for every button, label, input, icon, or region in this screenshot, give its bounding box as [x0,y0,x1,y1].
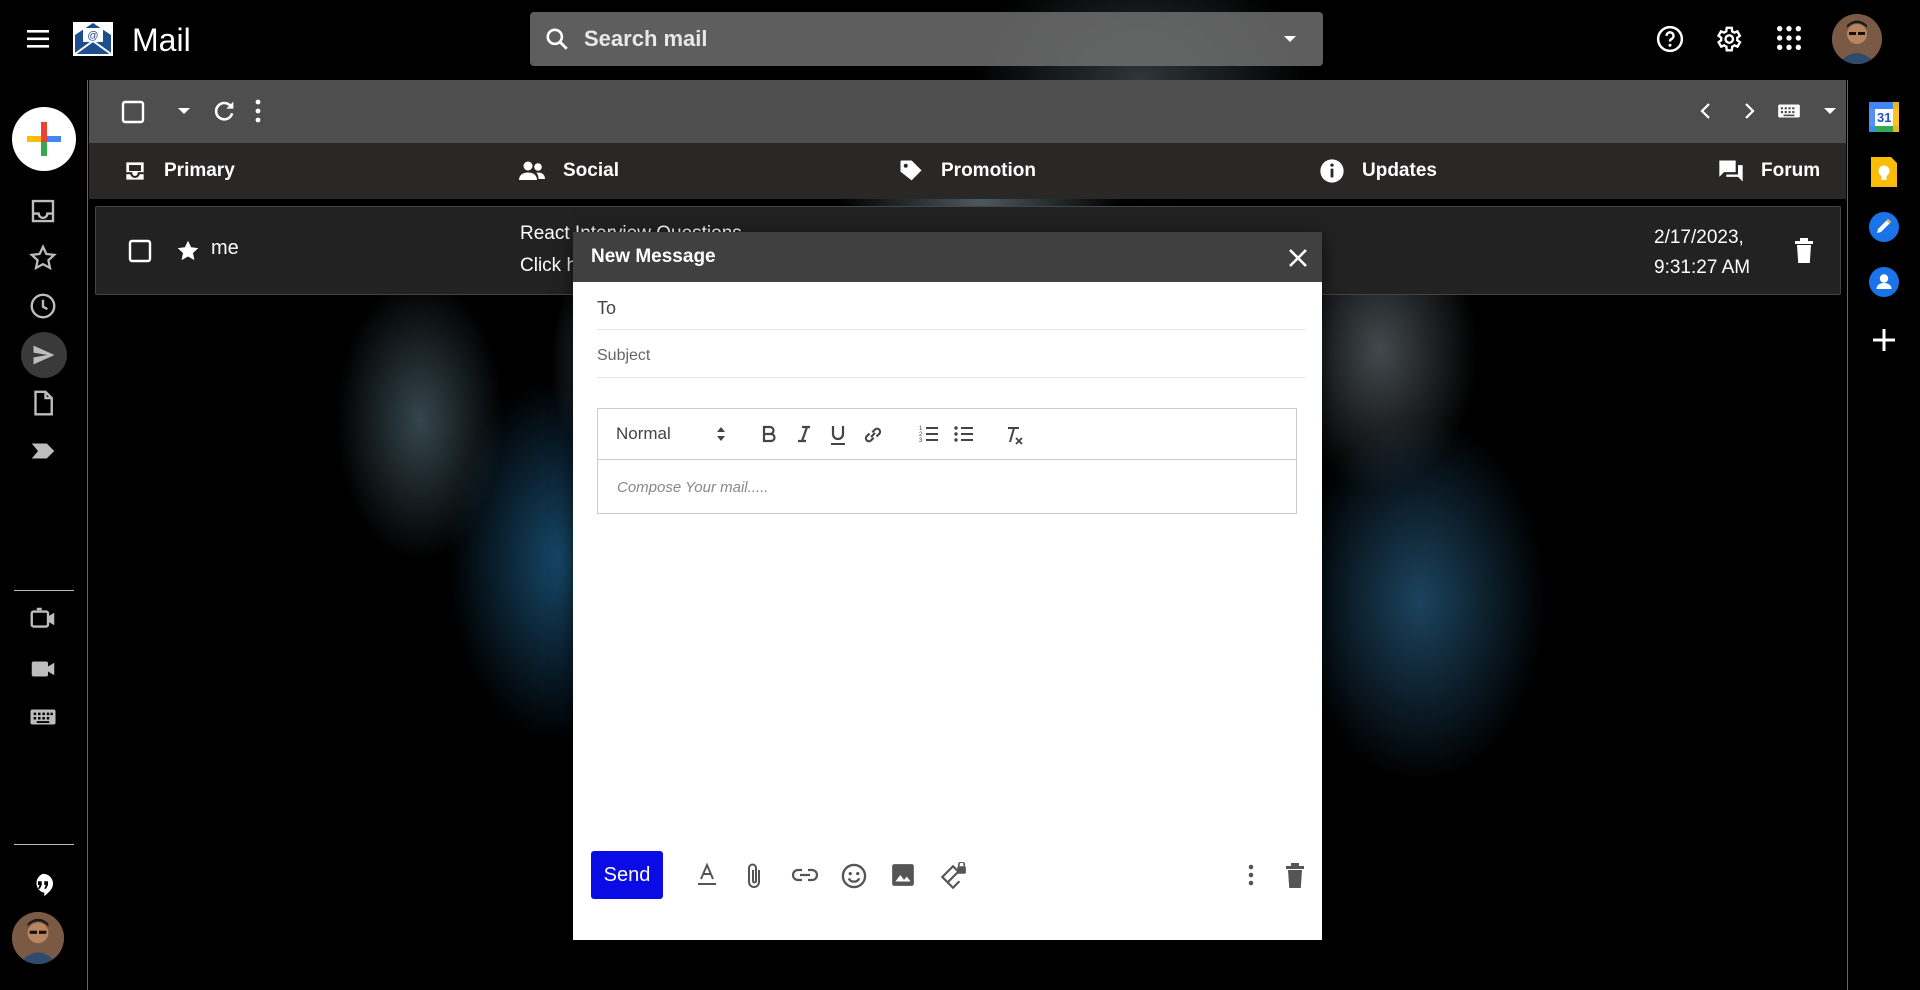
forum-icon [1717,157,1745,185]
mail-logo-icon[interactable]: @ [72,19,114,59]
avatar[interactable] [1832,14,1882,64]
video-icon[interactable] [28,604,58,634]
contacts-icon[interactable] [1868,266,1900,298]
chevron-right-icon[interactable] [1737,99,1761,123]
svg-text:3: 3 [919,438,923,444]
to-input[interactable] [597,294,1297,322]
label-icon[interactable] [28,436,58,466]
tag-icon [897,157,925,185]
avatar[interactable] [12,912,64,964]
tab-label: Forum [1761,160,1821,181]
tab-label: Primary [164,160,235,181]
emoji-icon[interactable] [840,862,868,890]
select-dropdown-icon[interactable] [177,107,191,116]
input-tools-dropdown-icon[interactable] [1823,107,1837,116]
settings-icon[interactable] [1713,24,1743,54]
tab-promotion[interactable]: Promotion [897,143,1036,199]
keep-icon[interactable] [1868,156,1900,188]
tab-label: Updates [1362,160,1437,181]
attach-icon[interactable] [744,862,766,890]
left-rail [0,80,88,990]
format-select[interactable]: Normal [616,424,671,444]
tasks-icon[interactable] [1868,211,1900,243]
text-format-icon[interactable] [695,862,719,888]
search-bar[interactable] [530,12,1323,66]
add-icon[interactable] [1868,324,1900,356]
email-snippet: Click h [520,255,578,276]
link-icon[interactable] [791,862,819,888]
tab-label: Promotion [941,160,1036,181]
camera-icon[interactable] [28,654,58,684]
tab-updates[interactable]: Updates [1318,143,1437,199]
chevron-left-icon[interactable] [1694,99,1718,123]
to-field [597,282,1306,330]
search-icon[interactable] [544,26,570,52]
star-icon[interactable] [175,238,201,264]
close-icon[interactable] [1287,247,1309,269]
send-nav-item[interactable] [21,332,67,378]
editor-toolbar: Normal 123 [598,409,1296,460]
compose-header: New Message [573,232,1322,282]
bold-icon[interactable] [759,424,779,444]
subject-input[interactable] [597,342,1297,370]
tab-forum[interactable]: Forum [1717,143,1820,199]
refresh-icon[interactable] [210,97,238,125]
rail-divider [14,844,74,845]
compose-title: New Message [591,246,716,267]
inbox-icon [122,158,148,184]
confidential-mode-icon[interactable] [938,862,968,892]
more-options-icon[interactable] [1246,862,1256,888]
category-tabs: Primary Social Promotion Updates Forum [89,143,1846,199]
tab-social[interactable]: Social [517,143,619,199]
underline-icon[interactable] [828,424,848,446]
compose-dialog: New Message Normal [573,232,1322,940]
email-sender: me [211,237,239,259]
email-date-line: 2/17/2023, [1654,227,1744,248]
ordered-list-icon[interactable]: 123 [918,424,940,444]
link-icon[interactable] [862,424,884,446]
menu-icon[interactable] [24,26,54,52]
info-icon [1318,157,1346,185]
tab-primary[interactable]: Primary [122,143,235,199]
italic-icon[interactable] [794,424,814,444]
email-time-line: 9:31:27 AM [1654,257,1751,278]
format-select-arrows-icon[interactable] [716,426,726,442]
email-date: 2/17/2023, 9:31:27 AM [1654,223,1750,283]
compose-button[interactable] [12,107,76,171]
email-checkbox[interactable] [127,238,153,264]
select-all-checkbox[interactable] [120,99,146,125]
calendar-icon[interactable]: 31 [1868,101,1900,133]
svg-text:@: @ [87,30,98,42]
inbox-icon[interactable] [28,196,58,226]
send-button[interactable]: Send [591,851,663,899]
people-icon [517,158,547,184]
draft-icon[interactable] [28,388,58,418]
clear-formatting-icon[interactable] [1003,424,1025,446]
apps-icon[interactable] [1775,24,1803,52]
discard-draft-icon[interactable] [1283,862,1307,890]
tab-label: Social [563,160,619,181]
more-icon[interactable] [253,98,263,124]
compose-body-placeholder[interactable]: Compose Your mail..... [617,479,768,496]
clock-icon[interactable] [28,291,58,321]
top-header: @ Mail [0,0,1920,80]
app-title: Mail [132,22,191,58]
delete-icon[interactable] [1792,237,1816,265]
star-icon[interactable] [28,243,58,273]
image-icon[interactable] [890,862,916,888]
keyboard-icon[interactable] [28,702,58,732]
right-rail: 31 [1847,80,1920,990]
rich-text-editor: Normal 123 Compose Your mail..... [597,408,1297,514]
subject-field [597,330,1306,378]
rail-divider [14,590,74,591]
mail-toolbar [89,80,1846,143]
help-icon[interactable] [1655,24,1685,54]
calendar-day: 31 [1877,110,1892,125]
chat-icon[interactable] [28,870,58,900]
search-input[interactable] [584,24,1244,54]
bullet-list-icon[interactable] [953,424,975,444]
search-options-dropdown-icon[interactable] [1282,34,1298,44]
keyboard-icon[interactable] [1775,98,1803,124]
